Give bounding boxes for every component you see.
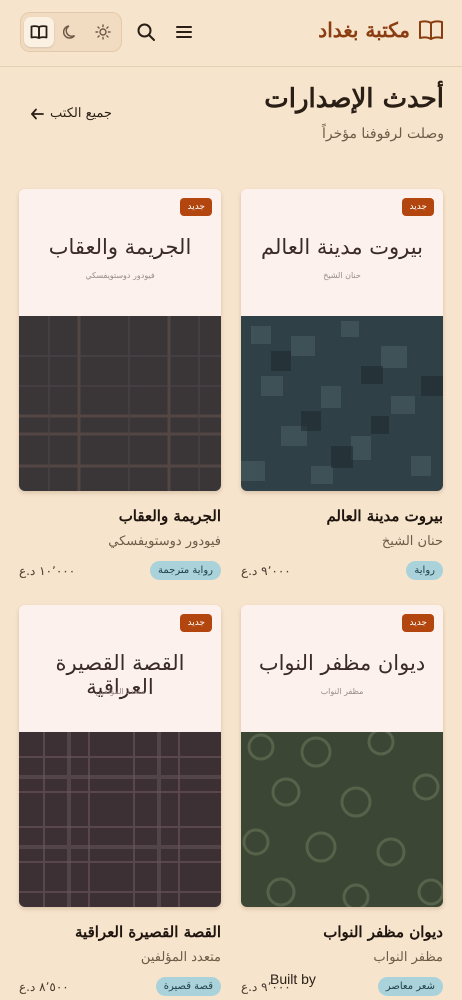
cover-art [241,316,443,491]
genre-badge[interactable]: رواية [406,561,443,580]
book-author: حنان الشيخ [381,534,443,549]
book-cover[interactable]: ديوان مظفر النواب مظفر النواب جديد [241,605,443,907]
book-price: ٩٬٠٠٠ د.ع [241,564,291,578]
genre-badge[interactable]: قصة قصيرة [155,977,221,996]
new-badge: جديد [180,614,212,632]
cover-title: بيروت مدينة العالم [261,235,423,259]
book-title[interactable]: القصة القصيرة العراقية [75,923,221,941]
cover-art [19,732,221,907]
new-badge: جديد [180,198,212,216]
genre-badge[interactable]: رواية مترجمة [150,561,221,580]
menu-button[interactable] [170,12,198,52]
cover-author: حنان الشيخ [323,271,361,280]
theme-reader-button[interactable] [24,17,54,47]
cover-art [241,732,443,907]
book-cover[interactable]: القصة القصيرة العراقية متعدد المؤلفين جد… [19,605,221,907]
book-title[interactable]: الجريمة والعقاب [119,507,221,525]
book-author: متعدد المؤلفين [140,950,221,965]
book-meta: رواية مترجمة ١٠٬٠٠٠ د.ع [19,561,221,583]
search-icon [137,23,155,41]
book-open-icon [419,20,443,40]
book-price: ١٠٬٠٠٠ د.ع [19,564,76,578]
book-cover[interactable]: الجريمة والعقاب فيودور دوستويفسكي جديد [19,189,221,491]
theme-dark-button[interactable] [56,17,86,47]
all-books-link[interactable]: جميع الكتب [30,106,112,121]
cover-author: مظفر النواب [320,687,364,696]
book-meta: رواية ٩٬٠٠٠ د.ع [241,561,443,583]
genre-badge[interactable]: شعر معاصر [377,977,443,996]
book-open-icon [30,25,48,39]
brand-logo[interactable]: مكتبة بغداد [318,18,444,42]
book-cover[interactable]: بيروت مدينة العالم حنان الشيخ جديد [241,189,443,491]
top-bar: مكتبة بغداد [0,0,462,67]
brand-title: مكتبة بغداد [318,18,410,42]
new-badge: جديد [402,198,434,216]
all-books-label: جميع الكتب [50,106,112,121]
book-author: فيودور دوستويفسكي [108,534,221,549]
sun-icon [95,24,111,40]
cover-art [19,316,221,491]
book-meta: قصة قصيرة ٨٬٥٠٠ د.ع [19,977,221,999]
cover-title: الجريمة والعقاب [48,235,192,259]
theme-switcher [20,12,122,52]
latest-releases-header: أحدث الإصدارات وصلت لرفوفنا مؤخراً جميع … [20,84,444,154]
book-title[interactable]: ديوان مظفر النواب [323,923,443,941]
built-by-text: Built by [270,971,316,987]
moon-icon [63,25,76,39]
cover-title: ديوان مظفر النواب [258,651,426,675]
section-subtitle: وصلت لرفوفنا مؤخراً [321,126,444,142]
header-actions [20,12,198,52]
book-author: مظفر النواب [373,950,443,965]
book-card[interactable]: بيروت مدينة العالم حنان الشيخ جديد بيروت… [241,189,443,580]
theme-light-button[interactable] [88,17,118,47]
book-card[interactable]: الجريمة والعقاب فيودور دوستويفسكي جديد ا… [19,189,221,580]
cover-author: متعدد المؤلفين [95,687,145,696]
book-card[interactable]: القصة القصيرة العراقية متعدد المؤلفين جد… [19,605,221,996]
cover-author: فيودور دوستويفسكي [85,271,155,280]
new-badge: جديد [402,614,434,632]
book-card[interactable]: ديوان مظفر النواب مظفر النواب جديد ديوان… [241,605,443,996]
section-title: أحدث الإصدارات [264,84,444,114]
menu-icon [176,26,192,38]
search-button[interactable] [132,12,160,52]
arrow-left-icon [31,108,44,119]
book-price: ٨٬٥٠٠ د.ع [19,980,69,994]
book-title[interactable]: بيروت مدينة العالم [326,507,443,525]
